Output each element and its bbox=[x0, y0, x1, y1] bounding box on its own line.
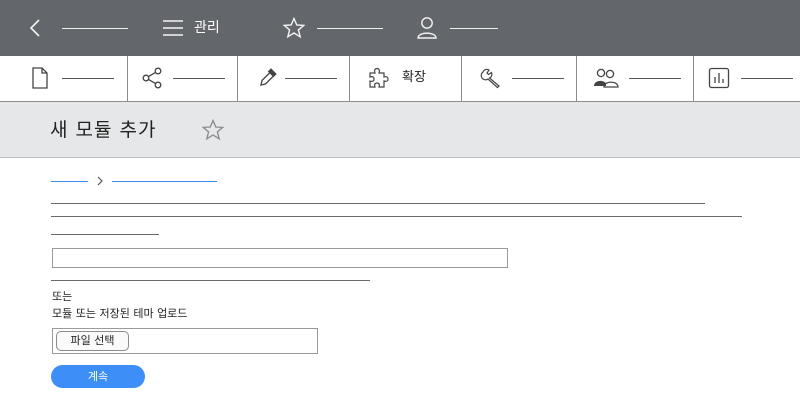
toolbar-item-structure[interactable] bbox=[128, 56, 238, 101]
wrench-icon bbox=[480, 68, 500, 89]
top-navigation-bar: 관리 bbox=[0, 0, 800, 56]
or-label: 또는 bbox=[52, 290, 73, 303]
star-icon[interactable] bbox=[283, 17, 305, 39]
toolbar-item-content[interactable] bbox=[0, 56, 128, 101]
admin-toolbar: 확장 bbox=[0, 56, 800, 102]
toolbar-item-people[interactable] bbox=[577, 56, 694, 101]
chevron-left-icon[interactable] bbox=[28, 18, 42, 38]
menu-icon[interactable] bbox=[162, 18, 184, 38]
description-line bbox=[51, 203, 705, 204]
toolbar-item-placeholder bbox=[512, 78, 564, 79]
eyedropper-icon bbox=[260, 68, 277, 86]
toolbar-item-appearance[interactable] bbox=[238, 56, 350, 101]
input-description-line bbox=[51, 280, 370, 281]
toolbar-item-placeholder bbox=[629, 78, 681, 79]
favorites-link-placeholder[interactable] bbox=[317, 28, 383, 29]
chevron-right-icon bbox=[97, 176, 103, 186]
upload-label: 모듈 또는 저장된 테마 업로드 bbox=[52, 307, 188, 320]
star-icon[interactable] bbox=[202, 119, 224, 141]
manage-menu-label[interactable]: 관리 bbox=[194, 20, 220, 36]
users-icon bbox=[594, 68, 619, 88]
toolbar-item-placeholder bbox=[285, 78, 337, 79]
back-link-placeholder[interactable] bbox=[62, 28, 128, 29]
choose-file-button[interactable]: 파일 선택 bbox=[56, 331, 129, 351]
description-line bbox=[51, 216, 742, 217]
user-icon[interactable] bbox=[416, 16, 438, 40]
toolbar-item-placeholder bbox=[62, 78, 114, 79]
continue-button[interactable]: 계속 bbox=[51, 365, 145, 388]
page-header: 새 모듈 추가 bbox=[0, 102, 800, 158]
toolbar-item-placeholder bbox=[173, 78, 225, 79]
puzzle-icon bbox=[369, 67, 389, 88]
user-link-placeholder[interactable] bbox=[450, 28, 498, 29]
module-url-input[interactable] bbox=[52, 248, 508, 268]
extensions-label: 확장 bbox=[402, 70, 426, 85]
document-icon bbox=[32, 67, 48, 89]
page-title: 새 모듈 추가 bbox=[50, 119, 157, 141]
share-icon bbox=[142, 67, 162, 89]
breadcrumb-parent-link[interactable] bbox=[112, 181, 217, 182]
chart-icon bbox=[708, 67, 730, 89]
description-line bbox=[51, 234, 159, 235]
breadcrumb-home-link[interactable] bbox=[51, 181, 88, 182]
toolbar-item-extensions[interactable]: 확장 bbox=[350, 56, 462, 101]
toolbar-item-reports[interactable] bbox=[694, 56, 800, 101]
toolbar-item-placeholder bbox=[741, 78, 793, 79]
toolbar-item-configuration[interactable] bbox=[462, 56, 577, 101]
